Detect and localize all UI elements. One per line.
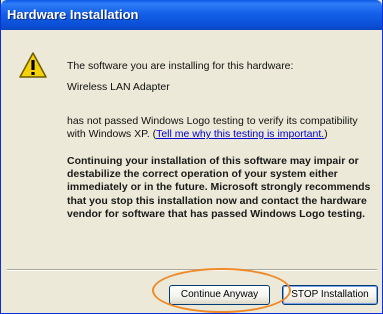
stop-installation-button[interactable]: STOP Installation (282, 285, 378, 305)
tell-me-why-link[interactable]: Tell me why this testing is important. (156, 128, 324, 140)
warning-icon (19, 52, 47, 78)
compatibility-text: has not passed Windows Logo testing to v… (67, 115, 367, 141)
warning-text: Continuing your installation of this sof… (67, 155, 371, 220)
continue-anyway-button[interactable]: Continue Anyway (169, 285, 270, 305)
hardware-installation-dialog: Hardware Installation The software you a… (0, 0, 383, 314)
intro-text: The software you are installing for this… (67, 60, 294, 72)
title-bar[interactable]: Hardware Installation (1, 0, 382, 30)
device-name: Wireless LAN Adapter (67, 81, 170, 93)
divider (7, 269, 377, 271)
window-title: Hardware Installation (7, 7, 139, 22)
compatibility-text-end: ) (324, 128, 328, 140)
